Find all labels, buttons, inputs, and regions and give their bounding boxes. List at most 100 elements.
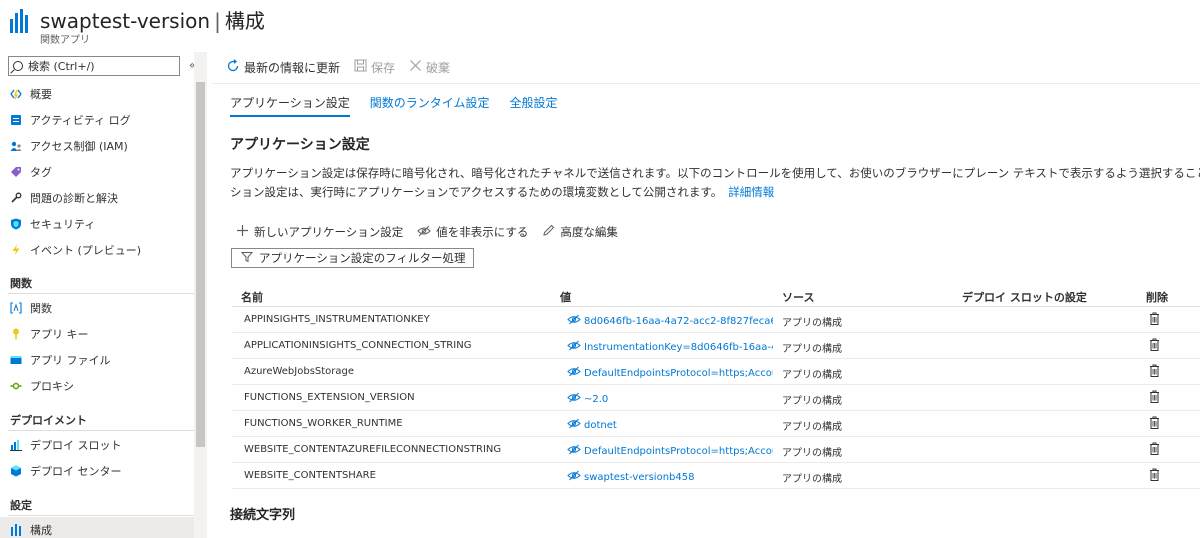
sidebar-item-app-files[interactable]: アプリ ファイル (0, 347, 194, 373)
setting-name[interactable]: APPINSIGHTS_INSTRUMENTATIONKEY (244, 314, 560, 325)
function-icon (10, 302, 22, 314)
column-header-value[interactable]: 値 (560, 289, 571, 305)
scrollbar-thumb[interactable] (196, 82, 205, 447)
eye-hidden-icon (567, 314, 581, 328)
eye-hidden-icon (567, 392, 581, 406)
proxy-icon (10, 380, 22, 392)
deploy-slot-icon (10, 439, 22, 451)
setting-value[interactable]: 8d0646fb-16aa-4a72-acc2-8f827feca6a7 (567, 314, 773, 328)
key-icon (10, 328, 22, 340)
setting-name[interactable]: WEBSITE_CONTENTSHARE (244, 470, 560, 481)
iam-icon (10, 140, 22, 152)
eye-hidden-icon (417, 225, 431, 240)
delete-icon[interactable] (1149, 416, 1160, 432)
command-bar: 最新の情報に更新 保存 破棄 (226, 56, 464, 78)
table-row[interactable]: FUNCTIONS_EXTENSION_VERSION ~2.0 アプリの構成 (232, 385, 1200, 411)
setting-name[interactable]: AzureWebJobsStorage (244, 366, 560, 377)
tab-application-settings[interactable]: アプリケーション設定 (230, 94, 350, 117)
page-title: swaptest-version | 構成 (40, 9, 265, 33)
setting-value[interactable]: InstrumentationKey=8d0646fb-16aa-4a72-a (567, 340, 773, 354)
table-row[interactable]: APPLICATIONINSIGHTS_CONNECTION_STRING Ins… (232, 333, 1200, 359)
delete-icon[interactable] (1149, 390, 1160, 406)
close-icon (409, 59, 422, 75)
sidebar-item-iam[interactable]: アクセス制御 (IAM) (0, 133, 194, 159)
sidebar-item-activity-log[interactable]: アクティビティ ログ (0, 107, 194, 133)
configuration-icon (10, 524, 22, 536)
blade-header: swaptest-version | 構成 関数アプリ (0, 0, 1200, 50)
delete-icon[interactable] (1149, 338, 1160, 354)
table-row[interactable]: WEBSITE_CONTENTSHARE swaptest-versionb458… (232, 463, 1200, 489)
advanced-edit-button[interactable]: 高度な編集 (542, 224, 618, 240)
setting-source: アプリの構成 (782, 344, 842, 355)
table-row[interactable]: FUNCTIONS_WORKER_RUNTIME dotnet アプリの構成 (232, 411, 1200, 437)
function-overview-icon (10, 88, 22, 100)
refresh-button[interactable]: 最新の情報に更新 (226, 58, 340, 76)
shield-icon (10, 218, 22, 230)
setting-name[interactable]: APPLICATIONINSIGHTS_CONNECTION_STRING (244, 340, 560, 351)
sidebar-item-proxies[interactable]: プロキシ (0, 373, 194, 399)
lightning-icon (10, 244, 22, 256)
connection-strings-heading: 接続文字列 (230, 508, 296, 523)
setting-source: アプリの構成 (782, 370, 842, 381)
pencil-icon (542, 224, 555, 240)
sidebar-item-events[interactable]: イベント (プレビュー) (0, 237, 194, 263)
column-header-name[interactable]: 名前 (241, 289, 263, 305)
table-row[interactable]: APPINSIGHTS_INSTRUMENTATIONKEY 8d0646fb-1… (232, 307, 1200, 333)
sidebar-item-deployment-center[interactable]: デプロイ センター (0, 458, 194, 484)
eye-hidden-icon (567, 418, 581, 432)
sidebar-item-overview[interactable]: 概要 (0, 81, 194, 107)
section-deployment: デプロイメント (10, 414, 87, 427)
sidebar-search-input[interactable]: 検索 (Ctrl+/) (8, 56, 180, 76)
discard-button[interactable]: 破棄 (409, 59, 450, 76)
setting-value[interactable]: swaptest-versionb458 (567, 470, 773, 484)
column-header-slot-setting[interactable]: デプロイ スロットの設定 (962, 289, 1087, 305)
plus-icon (236, 224, 249, 240)
setting-value[interactable]: DefaultEndpointsProtocol=https;AccountNa (567, 444, 773, 458)
sidebar-item-tags[interactable]: タグ (0, 159, 194, 185)
sidebar-item-functions[interactable]: 関数 (0, 295, 194, 321)
page-subtitle: 関数アプリ (40, 35, 90, 46)
save-button[interactable]: 保存 (354, 59, 395, 76)
table-row[interactable]: AzureWebJobsStorage DefaultEndpointsProto… (232, 359, 1200, 385)
settings-actions: 新しいアプリケーション設定 値を非表示にする 高度な編集 (236, 224, 632, 240)
table-row[interactable]: WEBSITE_CONTENTAZUREFILECONNECTIONSTRING… (232, 437, 1200, 463)
setting-source: アプリの構成 (782, 422, 842, 433)
setting-value[interactable]: ~2.0 (567, 392, 773, 406)
section-heading: アプリケーション設定 (230, 137, 370, 153)
column-header-source[interactable]: ソース (782, 289, 814, 305)
learn-more-link[interactable]: 詳細情報 (728, 185, 774, 199)
eye-hidden-icon (567, 340, 581, 354)
sidebar-item-configuration[interactable]: 構成 (0, 517, 194, 538)
column-header-delete: 削除 (1146, 291, 1168, 304)
section-divider (8, 515, 194, 516)
tab-list: アプリケーション設定 関数のランタイム設定 全般設定 (230, 94, 578, 117)
sidebar-item-diagnose[interactable]: 問題の診断と解決 (0, 185, 194, 211)
sidebar: 検索 (Ctrl+/) « 概要 アクティビティ ログ アクセス制御 (IAM)… (0, 52, 207, 538)
hide-values-button[interactable]: 値を非表示にする (417, 224, 528, 240)
delete-icon[interactable] (1149, 312, 1160, 328)
sidebar-item-app-keys[interactable]: アプリ キー (0, 321, 194, 347)
sidebar-item-security[interactable]: セキュリティ (0, 211, 194, 237)
setting-name[interactable]: WEBSITE_CONTENTAZUREFILECONNECTIONSTRING (244, 444, 560, 455)
tab-function-runtime-settings[interactable]: 関数のランタイム設定 (370, 94, 490, 117)
configuration-logo-icon (10, 9, 30, 33)
setting-source: アプリの構成 (782, 318, 842, 329)
delete-icon[interactable] (1149, 468, 1160, 484)
setting-name[interactable]: FUNCTIONS_EXTENSION_VERSION (244, 392, 560, 403)
setting-value[interactable]: dotnet (567, 418, 773, 432)
tab-general-settings[interactable]: 全般設定 (510, 94, 558, 117)
setting-name[interactable]: FUNCTIONS_WORKER_RUNTIME (244, 418, 560, 429)
delete-icon[interactable] (1149, 442, 1160, 458)
filter-settings-input[interactable]: アプリケーション設定のフィルター処理 (231, 248, 474, 268)
file-icon (10, 354, 22, 366)
setting-source: アプリの構成 (782, 474, 842, 485)
sidebar-scrollbar[interactable] (194, 52, 207, 538)
section-description: アプリケーション設定は保存時に暗号化され、暗号化されたチャネルで送信されます。以… (230, 166, 1200, 199)
section-functions: 関数 (10, 277, 32, 290)
setting-value[interactable]: DefaultEndpointsProtocol=https;AccountNa (567, 366, 773, 380)
new-application-setting-button[interactable]: 新しいアプリケーション設定 (236, 224, 403, 240)
setting-source: アプリの構成 (782, 396, 842, 407)
toolbar-divider (212, 83, 1200, 84)
sidebar-item-deployment-slots[interactable]: デプロイ スロット (0, 432, 194, 458)
delete-icon[interactable] (1149, 364, 1160, 380)
